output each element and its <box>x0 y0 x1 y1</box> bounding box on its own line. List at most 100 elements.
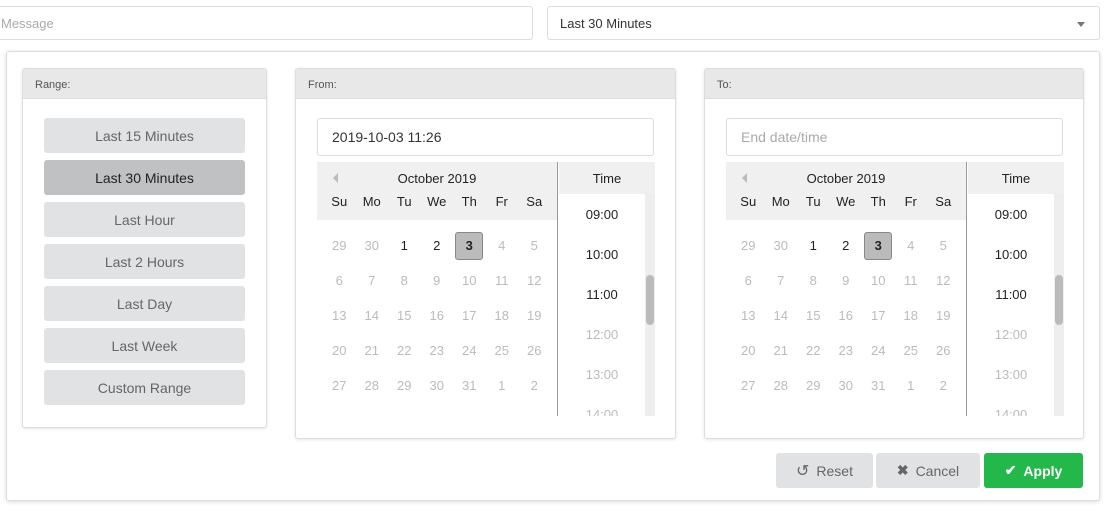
calendar-day: 7 <box>356 263 389 298</box>
range-option[interactable]: Last Week <box>44 328 245 363</box>
weekday-label: We <box>427 194 447 209</box>
day-number: 2 <box>842 238 850 253</box>
calendar-day[interactable]: 1 <box>797 228 830 263</box>
day-number: 30 <box>773 238 788 253</box>
day-number: 13 <box>741 308 756 323</box>
weekday-label: Sa <box>526 194 543 209</box>
time-list: Time 09:00 10:00 11:00 12:00 13:00 14:00 <box>968 162 1064 416</box>
day-number: 6 <box>335 273 343 288</box>
calendar-day: 23 <box>421 333 454 368</box>
range-option[interactable]: Last 2 Hours <box>44 244 245 279</box>
time-range-select[interactable]: Last 30 Minutes <box>547 6 1100 40</box>
calendar-day: 28 <box>765 368 798 403</box>
time-option: 13:00 <box>994 366 1028 382</box>
day-number: 4 <box>907 238 915 253</box>
day-number: 7 <box>368 273 376 288</box>
day-number: 29 <box>741 238 756 253</box>
day-number: 22 <box>397 343 412 358</box>
day-number: 31 <box>871 378 886 393</box>
scrollbar[interactable] <box>645 194 655 416</box>
range-option[interactable]: Last 30 Minutes <box>44 160 245 195</box>
day-number: 7 <box>777 273 785 288</box>
weekday-row: Su Mo Tu We Th Fr Sa <box>726 194 966 220</box>
range-option[interactable]: Last Day <box>44 286 245 321</box>
day-number: 26 <box>527 343 542 358</box>
time-option: 12:00 <box>994 326 1028 342</box>
calendar-day[interactable]: 1 <box>388 228 421 263</box>
calendar-day: 2 <box>518 368 551 403</box>
time-option[interactable]: 10:00 <box>968 234 1064 274</box>
calendar-day[interactable]: 3 <box>453 228 486 263</box>
day-number: 14 <box>773 308 788 323</box>
time-option[interactable]: 09:00 <box>968 194 1064 234</box>
scrollbar[interactable] <box>1054 194 1064 416</box>
weekday-label: Su <box>331 194 348 209</box>
day-number: 26 <box>936 343 951 358</box>
day-number: 6 <box>744 273 752 288</box>
calendar-day: 29 <box>797 368 830 403</box>
day-number: 5 <box>530 238 538 253</box>
check-icon: ✔ <box>1004 462 1017 478</box>
date-range-panel: Range: Last 15 Minutes Last 30 Minutes Las… <box>6 51 1100 501</box>
calendar-day: 27 <box>323 368 356 403</box>
calendar-day: 2 <box>927 368 960 403</box>
calendar-day: 18 <box>486 298 519 333</box>
day-number: 1 <box>809 238 817 253</box>
selected-day[interactable]: 3 <box>864 231 893 260</box>
time-option[interactable]: 09:00 <box>559 194 655 234</box>
time-option[interactable]: 11:00 <box>968 274 1064 314</box>
cancel-button[interactable]: ✖ Cancel <box>876 453 980 488</box>
day-number: 20 <box>741 343 756 358</box>
day-number: 30 <box>429 378 444 393</box>
prev-month-icon[interactable] <box>742 173 747 183</box>
day-number: 18 <box>494 308 509 323</box>
calendar-day[interactable]: 3 <box>862 228 895 263</box>
range-option[interactable]: Last 15 Minutes <box>44 118 245 153</box>
weekday-label: Mo <box>362 194 381 209</box>
time-option[interactable]: 11:00 <box>559 274 655 314</box>
from-datetime-input[interactable]: 2019-10-03 11:26 <box>317 118 654 156</box>
weekday-label: Fr <box>904 194 917 209</box>
day-number: 10 <box>462 273 477 288</box>
day-number: 20 <box>332 343 347 358</box>
time-header: Time <box>968 162 1064 194</box>
scrollbar-thumb[interactable] <box>1055 275 1063 325</box>
weekday-label: Th <box>461 194 477 209</box>
day-number: 30 <box>364 238 379 253</box>
month-header: October 2019 <box>726 162 966 194</box>
calendar-day: 6 <box>323 263 356 298</box>
calendar-day: 13 <box>323 298 356 333</box>
calendar-day: 29 <box>323 228 356 263</box>
day-number: 21 <box>773 343 788 358</box>
message-input[interactable]: Message <box>0 6 533 40</box>
calendar-day: 22 <box>797 333 830 368</box>
day-number: 1 <box>400 238 408 253</box>
scrollbar-thumb[interactable] <box>646 275 654 325</box>
prev-month-icon[interactable] <box>333 173 338 183</box>
day-number: 22 <box>806 343 821 358</box>
calendar-day: 19 <box>927 298 960 333</box>
calendar-day: 12 <box>927 263 960 298</box>
to-datetime-input[interactable]: End date/time <box>726 118 1063 156</box>
time-list: Time 09:00 10:00 11:00 12:00 13:00 14:00 <box>559 162 655 416</box>
calendar-day: 14 <box>765 298 798 333</box>
calendar: October 2019 Su Mo Tu We Th Fr Sa 29 30 1 2 3 4 5 6 7 8 9 1… <box>726 162 967 416</box>
time-header: Time <box>559 162 655 194</box>
calendar-day[interactable]: 2 <box>830 228 863 263</box>
calendar-day: 31 <box>862 368 895 403</box>
weekday-label: Mo <box>771 194 790 209</box>
time-option[interactable]: 10:00 <box>559 234 655 274</box>
calendar: October 2019 Su Mo Tu We Th Fr Sa 29 30 1 2 3 4 5 6 7 8 9 1… <box>317 162 558 416</box>
calendar-day: 30 <box>765 228 798 263</box>
calendar-day[interactable]: 2 <box>421 228 454 263</box>
calendar-day: 20 <box>732 333 765 368</box>
selected-day[interactable]: 3 <box>455 231 484 260</box>
apply-button[interactable]: ✔ Apply <box>984 453 1083 488</box>
calendar-day: 24 <box>453 333 486 368</box>
range-option[interactable]: Custom Range <box>44 370 245 405</box>
reset-button[interactable]: ↺ Reset <box>776 453 873 488</box>
calendar-day: 15 <box>797 298 830 333</box>
range-option[interactable]: Last Hour <box>44 202 245 237</box>
weekday-label: Sa <box>935 194 952 209</box>
day-number: 21 <box>364 343 379 358</box>
